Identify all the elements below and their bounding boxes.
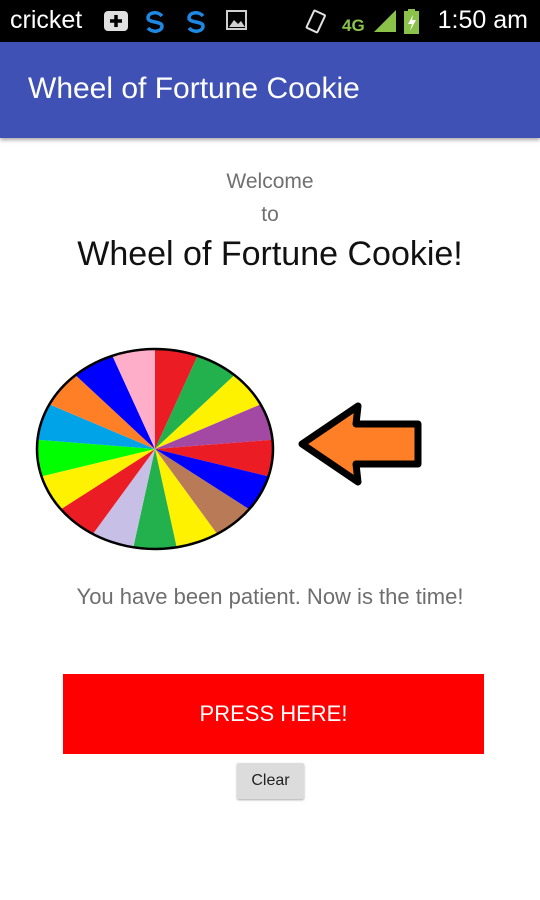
page-title: Wheel of Fortune Cookie! [77, 235, 463, 273]
sync-icon [187, 11, 205, 33]
sync-icon [146, 11, 164, 33]
battery-charging-icon [404, 9, 419, 34]
welcome-to-text: to [261, 203, 279, 226]
clear-button[interactable]: Clear [237, 763, 304, 799]
welcome-text: Welcome [226, 170, 314, 193]
network-type: 4G [342, 16, 365, 35]
message-text: You have been patient. Now is the time! [76, 584, 464, 609]
prize-wheel [35, 347, 275, 551]
carrier-name: cricket [10, 6, 83, 34]
clock: 1:50 am [437, 6, 528, 34]
plus-badge-icon [104, 11, 128, 31]
app-bar: Wheel of Fortune Cookie [0, 42, 540, 138]
image-icon [226, 10, 247, 30]
app-title: Wheel of Fortune Cookie [28, 72, 360, 105]
arrow-left-icon [298, 402, 422, 486]
vibrate-icon [305, 9, 326, 34]
status-bar: cricket 4G 1:50 am [0, 0, 540, 42]
press-here-button[interactable]: PRESS HERE! [63, 674, 484, 754]
signal-icon [374, 10, 396, 32]
